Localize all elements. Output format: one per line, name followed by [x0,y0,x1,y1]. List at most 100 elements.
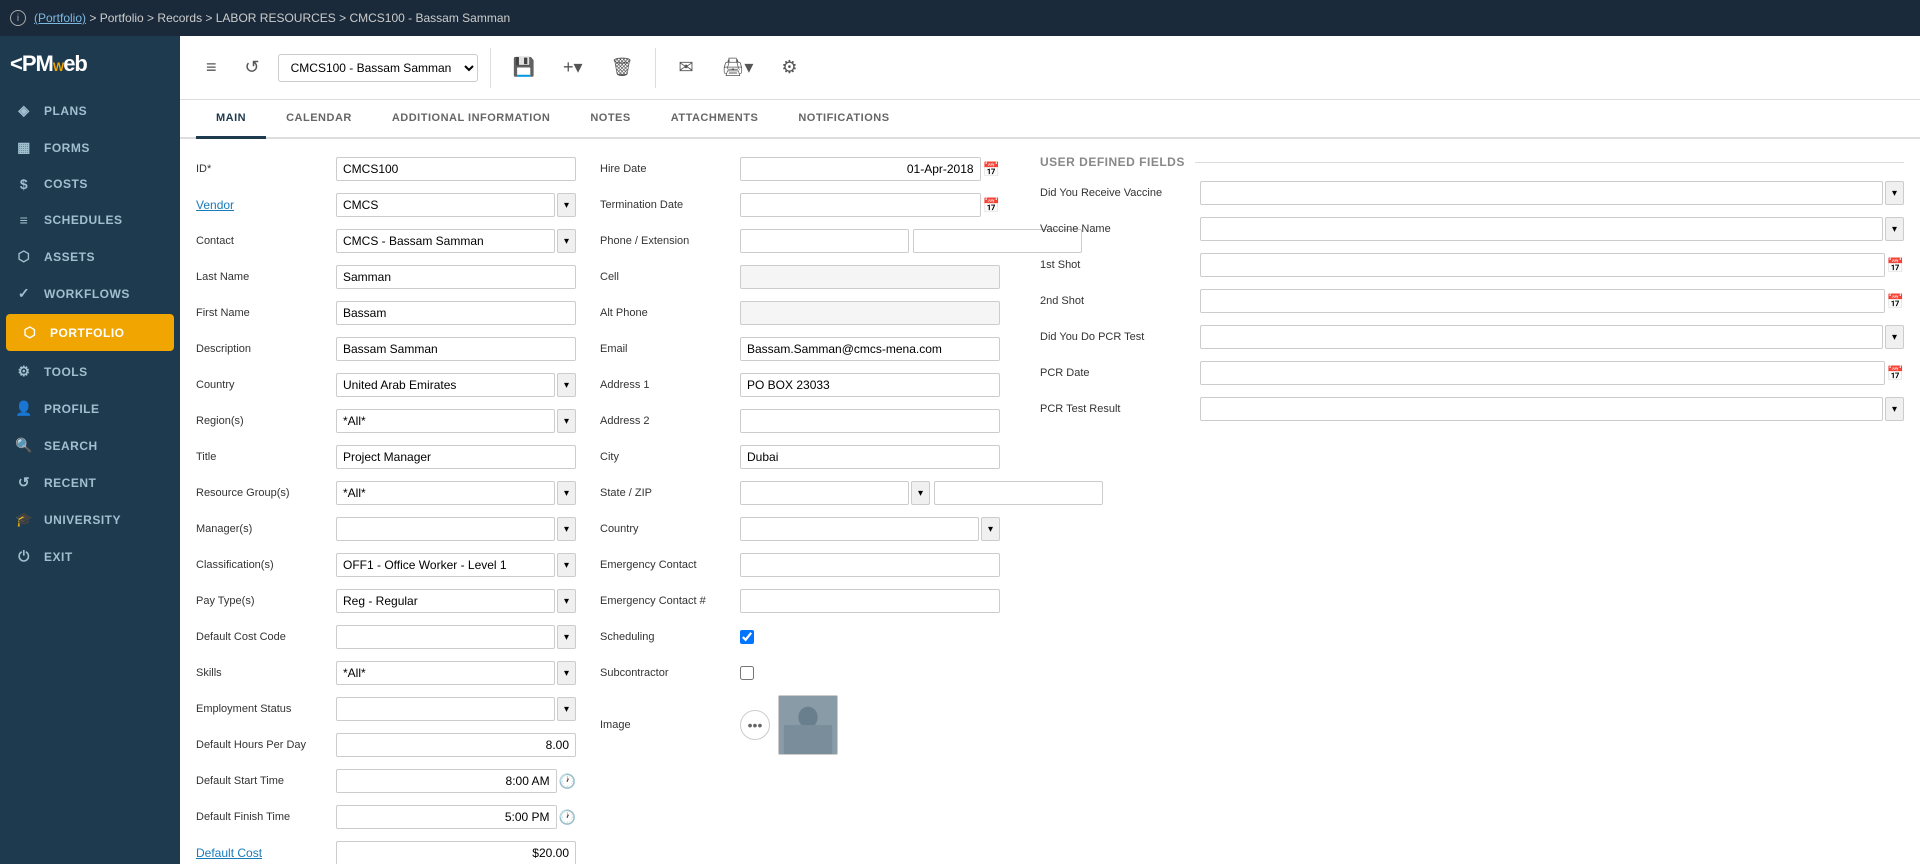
default-start-input[interactable] [336,769,557,793]
sidebar-item-exit[interactable]: ⏻ EXIT [0,538,180,575]
emergency-contact-input[interactable] [740,553,1000,577]
vendor-input[interactable] [336,193,555,217]
default-hours-input[interactable] [336,733,576,757]
sidebar-item-university[interactable]: 🎓 UNIVERSITY [0,501,180,538]
calendar-icon-first-shot[interactable]: 📅 [1887,257,1904,274]
sidebar-item-costs[interactable]: $ COSTS [0,166,180,202]
employment-status-input[interactable] [336,697,555,721]
termination-date-input[interactable] [740,193,981,217]
vendor-dropdown-btn[interactable]: ▾ [557,193,576,217]
pcr-result-dropdown-btn[interactable]: ▾ [1885,397,1904,421]
history-button[interactable]: ↺ [235,51,270,84]
city-input[interactable] [740,445,1000,469]
country-input[interactable] [336,373,555,397]
description-input[interactable] [336,337,576,361]
calendar-icon-pcr-date[interactable]: 📅 [1887,365,1904,382]
middle-country-input[interactable] [740,517,979,541]
middle-country-dropdown-btn[interactable]: ▾ [981,517,1000,541]
sidebar-item-search[interactable]: 🔍 SEARCH [0,427,180,464]
skills-input[interactable] [336,661,555,685]
cell-input[interactable] [740,265,1000,289]
default-cost-code-dropdown-btn[interactable]: ▾ [557,625,576,649]
delete-button[interactable]: 🗑 [601,51,644,84]
sidebar-item-recent[interactable]: ↺ RECENT [0,464,180,501]
pcr-test-dropdown-btn[interactable]: ▾ [1885,325,1904,349]
vaccine-receive-input[interactable] [1200,181,1883,205]
image-more-button[interactable]: ••• [740,710,770,740]
list-view-button[interactable]: ≡ [196,51,227,84]
calendar-icon-hire[interactable]: 📅 [983,161,1000,178]
sidebar-item-forms[interactable]: ▦ FORMS [0,129,180,166]
sidebar-item-workflows[interactable]: ✓ WORKFLOWS [0,275,180,312]
title-input[interactable] [336,445,576,469]
region-input[interactable] [336,409,555,433]
first-shot-input[interactable] [1200,253,1885,277]
last-name-input[interactable] [336,265,576,289]
vendor-link[interactable]: Vendor [196,198,234,212]
toggle-button[interactable]: ⚙ [771,51,807,84]
vaccine-name-dropdown-btn[interactable]: ▾ [1885,217,1904,241]
address1-input[interactable] [740,373,1000,397]
manager-dropdown-btn[interactable]: ▾ [557,517,576,541]
subcontractor-checkbox[interactable] [740,666,754,680]
pay-type-input[interactable] [336,589,555,613]
classification-input[interactable] [336,553,555,577]
sidebar-item-portfolio[interactable]: ⬡ PORTFOLIO [6,314,174,351]
tab-attachments[interactable]: ATTACHMENTS [651,100,779,139]
add-button[interactable]: +▾ [553,51,593,84]
scheduling-checkbox[interactable] [740,630,754,644]
email-input[interactable] [740,337,1000,361]
contact-input[interactable] [336,229,555,253]
skills-dropdown-btn[interactable]: ▾ [557,661,576,685]
region-dropdown-btn[interactable]: ▾ [557,409,576,433]
resource-group-input[interactable] [336,481,555,505]
alt-phone-input[interactable] [740,301,1000,325]
emergency-contact-num-input[interactable] [740,589,1000,613]
default-cost-link[interactable]: Default Cost [196,846,262,860]
pay-type-dropdown-btn[interactable]: ▾ [557,589,576,613]
pcr-result-input[interactable] [1200,397,1883,421]
clock-icon-start[interactable]: 🕐 [559,773,576,790]
pcr-test-input[interactable] [1200,325,1883,349]
default-cost-input[interactable] [336,841,576,864]
employment-status-dropdown-btn[interactable]: ▾ [557,697,576,721]
sidebar-item-profile[interactable]: 👤 PROFILE [0,390,180,427]
pcr-date-input[interactable] [1200,361,1885,385]
id-input[interactable] [336,157,576,181]
second-shot-input[interactable] [1200,289,1885,313]
phone-input[interactable] [740,229,909,253]
calendar-icon-term[interactable]: 📅 [983,197,1000,214]
vaccine-name-input[interactable] [1200,217,1883,241]
tab-notes[interactable]: NOTES [570,100,650,139]
print-button[interactable]: 🖨▾ [712,51,764,84]
address2-input[interactable] [740,409,1000,433]
tab-notifications[interactable]: NOTIFICATIONS [778,100,909,139]
first-name-input[interactable] [336,301,576,325]
hire-date-input[interactable] [740,157,981,181]
contact-dropdown-btn[interactable]: ▾ [557,229,576,253]
classification-dropdown-btn[interactable]: ▾ [557,553,576,577]
sidebar-item-tools[interactable]: ⚙ TOOLS [0,353,180,390]
default-cost-code-input[interactable] [336,625,555,649]
default-finish-input[interactable] [336,805,557,829]
sidebar-item-schedules[interactable]: ≡ SCHEDULES [0,202,180,238]
sidebar-item-plans[interactable]: ◈ PLANS [0,92,180,129]
info-icon[interactable]: i [10,10,26,26]
calendar-icon-second-shot[interactable]: 📅 [1887,293,1904,310]
portfolio-link[interactable]: (Portfolio) [34,11,86,25]
state-input[interactable] [740,481,909,505]
resource-group-dropdown-btn[interactable]: ▾ [557,481,576,505]
region-label: Region(s) [196,415,336,427]
manager-input[interactable] [336,517,555,541]
email-button[interactable]: ✉ [668,51,703,84]
record-selector[interactable]: CMCS100 - Bassam Samman [278,54,478,82]
tab-main[interactable]: MAIN [196,100,266,139]
clock-icon-finish[interactable]: 🕐 [559,809,576,826]
tab-calendar[interactable]: CALENDAR [266,100,372,139]
state-dropdown-btn[interactable]: ▾ [911,481,930,505]
save-button[interactable]: 💾 [503,51,545,84]
tab-additional[interactable]: ADDITIONAL INFORMATION [372,100,570,139]
country-dropdown-btn[interactable]: ▾ [557,373,576,397]
vaccine-receive-dropdown-btn[interactable]: ▾ [1885,181,1904,205]
sidebar-item-assets[interactable]: ⬡ ASSETS [0,238,180,275]
